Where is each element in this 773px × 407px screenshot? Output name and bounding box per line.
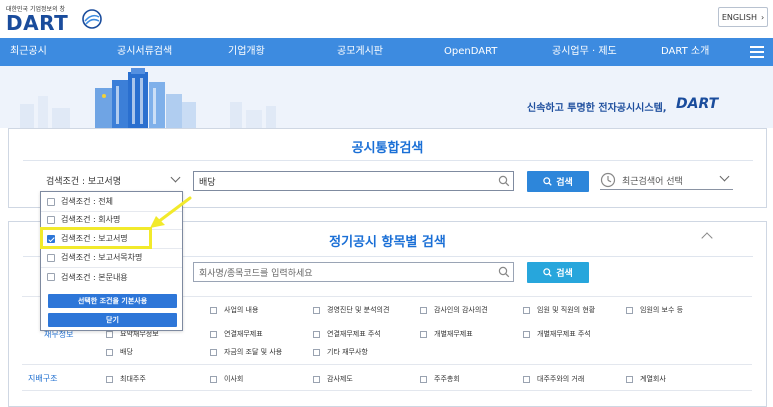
grid-divider [22,390,752,391]
checkbox[interactable] [106,348,113,356]
item-consolidated-fs-notes[interactable]: 연결재무제표 주석 [313,329,381,339]
checkbox[interactable] [106,330,113,338]
item-separate-fs-notes[interactable]: 개별재무제표 주석 [523,329,591,339]
row-head-governance: 지배구조 [28,374,58,383]
item-largest-shareholder[interactable]: 최대주주 [106,374,146,384]
nav-item-company-overview[interactable]: 기업개황 [228,38,265,66]
chevron-right-icon: › [760,12,765,22]
item-affiliates[interactable]: 계열회사 [626,374,666,384]
checkbox[interactable] [420,375,427,383]
nav-item-opendart[interactable]: OpenDART [444,38,497,66]
checkbox[interactable] [420,306,427,314]
checkbox[interactable] [523,375,530,383]
search-condition-select[interactable]: 검색조건 : 보고서명 [46,174,121,187]
checkbox[interactable] [626,375,633,383]
condition-option-toc-name[interactable]: 검색조건 : 보고서목차명 [41,248,182,268]
search-query-input[interactable]: 배당 [193,171,514,191]
nav-item-dart-intro[interactable]: DART 소개 [661,38,709,66]
checkbox[interactable] [313,375,320,383]
recent-search-select[interactable]: 최근검색어 선택 [600,170,733,190]
recent-search-placeholder: 최근검색어 선택 [622,177,683,187]
item-other-financial[interactable]: 기타 재무사항 [313,347,368,357]
nav-item-document-search[interactable]: 공시서류검색 [117,38,172,66]
search-icon [543,177,552,186]
search-icon[interactable] [498,175,510,187]
annotation-arrow-icon [150,196,192,228]
company-search-input[interactable]: 회사명/종목코드를 입력하세요 [193,262,514,282]
english-button[interactable]: ENGLISH › [718,7,768,27]
item-board[interactable]: 이사회 [210,374,243,384]
item-search-button-label: 검색 [556,269,573,279]
checkbox[interactable] [47,197,55,206]
checkbox[interactable] [626,306,633,314]
checkbox[interactable] [313,348,320,356]
item-funding-usage[interactable]: 자금의 조달 및 사용 [210,347,282,357]
item-shareholders-meeting[interactable]: 주주총회 [420,374,460,384]
dart-logo[interactable]: 대한민국 기업정보의 창 DART [6,4,106,35]
checkbox[interactable] [210,306,217,314]
main-nav: 최근공시 공시서류검색 기업개황 공모게시판 OpenDART 공시업무 · 제… [0,38,773,66]
menu-icon[interactable] [750,46,764,58]
item-executive-compensation[interactable]: 임원의 보수 등 [626,305,683,315]
checkbox[interactable] [420,330,427,338]
search-query-value: 배당 [199,177,216,188]
item-executive-staff-status[interactable]: 임원 및 직원의 현황 [523,305,595,315]
globe-icon [82,9,102,29]
hero-banner: 신속하고 투명한 전자공시시스템, DART [0,66,773,128]
integrated-search-title: 공시통합검색 [351,141,424,156]
nav-item-disclosure-system[interactable]: 공시업무 · 제도 [552,38,617,66]
hero-tagline: 신속하고 투명한 전자공시시스템, [527,103,667,114]
search-icon[interactable] [498,266,510,278]
item-major-shareholder-transactions[interactable]: 대주주와의 거래 [523,374,584,384]
checkbox[interactable] [47,273,55,281]
nav-item-offering-board[interactable]: 공모게시판 [337,38,383,66]
search-button[interactable]: 검색 [527,171,589,192]
item-consolidated-fs[interactable]: 연결재무제표 [210,329,263,339]
checkbox[interactable] [210,375,217,383]
search-icon [543,268,552,277]
item-audit-system[interactable]: 감사제도 [313,374,353,384]
panel-divider [23,160,753,161]
apply-default-button[interactable]: 선택한 조건을 기본사용 [48,294,177,308]
city-illustration [20,68,276,128]
item-business-content[interactable]: 사업의 내용 [210,305,258,315]
search-button-label: 검색 [556,178,573,188]
checkbox[interactable] [313,306,320,314]
checkbox[interactable] [47,253,55,262]
english-button-label: ENGLISH [721,12,757,22]
selected-option-highlight [40,227,152,249]
company-search-placeholder: 회사명/종목코드를 입력하세요 [199,268,313,279]
hero-tagline-brand: DART [676,96,719,112]
checkbox[interactable] [210,348,217,356]
item-search-button[interactable]: 검색 [527,262,589,283]
checkbox[interactable] [210,330,217,338]
item-separate-fs[interactable]: 개별재무제표 [420,329,473,339]
item-dividend[interactable]: 배당 [106,347,133,357]
checkbox[interactable] [523,306,530,314]
checkbox[interactable] [523,330,530,338]
chevron-down-icon [719,171,730,182]
grid-divider [22,364,752,365]
nav-item-recent[interactable]: 최근공시 [10,38,47,66]
checkbox[interactable] [47,215,55,224]
top-bar: 대한민국 기업정보의 창 DART ENGLISH › [0,0,773,38]
item-auditor-opinion[interactable]: 감사인의 감사의견 [420,305,488,315]
item-management-analysis[interactable]: 경영진단 및 분석의견 [313,305,389,315]
checkbox[interactable] [106,375,113,383]
condition-option-body[interactable]: 검색조건 : 본문내용 [41,267,182,287]
checkbox[interactable] [313,330,320,338]
history-clock-icon [600,172,616,188]
close-button[interactable]: 닫기 [48,313,177,327]
logo-text: DART [6,11,69,35]
